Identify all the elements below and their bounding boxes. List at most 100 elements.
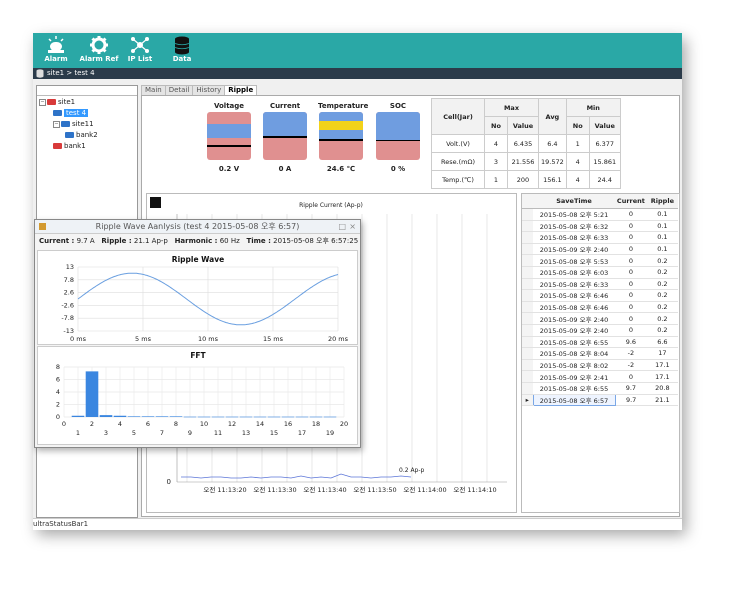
ip-list-button[interactable]: IP List (127, 35, 153, 67)
tree-node-bank2[interactable]: bank2 (65, 131, 98, 140)
table-row[interactable]: 2015-05-08 오후 8:04 -2 17 (522, 347, 678, 360)
current-cell: 0 (615, 324, 647, 337)
table-row[interactable]: 2015-05-08 오후 6:55 9.7 20.8 (522, 382, 678, 395)
table-row[interactable]: 2015-05-09 오후 2:41 0 17.1 (522, 370, 678, 383)
tab-main[interactable]: Main (141, 85, 166, 95)
collapse-icon[interactable]: − (39, 98, 46, 106)
gauge-value: 0.2 V (218, 165, 240, 173)
table-row[interactable]: 2015-05-08 오후 6:33 0 0.2 (522, 278, 678, 291)
x-tick: 4 (118, 420, 122, 428)
current-cell: 0 (615, 289, 647, 302)
close-icon[interactable]: × (349, 220, 356, 233)
table-row[interactable]: 2015-05-08 오후 5:21 0 0.1 (522, 208, 678, 221)
chart-title: Ripple Wave (172, 255, 224, 264)
table-row[interactable]: 2015-05-08 오후 5:53 0 0.2 (522, 254, 678, 267)
fft-bar (169, 416, 183, 417)
x-tick: 3 (104, 429, 108, 437)
ripple-cell: 0.1 (646, 208, 678, 221)
gauge-value: 0 % (390, 165, 406, 173)
table-row[interactable]: 2015-05-09 오후 2:40 0 0.2 (522, 312, 678, 325)
table-row[interactable]: 2015-05-08 오후 6:46 0 0.2 (522, 289, 678, 302)
current-cell: 0 (615, 254, 647, 267)
table-row[interactable]: 2015-05-09 오후 2:40 0 0.2 (522, 324, 678, 337)
ripple-cell: 20.8 (646, 382, 678, 395)
savetime-cell: 2015-05-08 오후 6:46 (533, 289, 616, 302)
savetime-header[interactable]: SaveTime (533, 194, 616, 209)
voltage-gauge: Voltage 0.2 V (206, 100, 252, 173)
min-no: 4 (565, 170, 590, 189)
data-label: Data (172, 55, 192, 63)
x-tick: 8 (174, 420, 178, 428)
chip-icon[interactable] (150, 197, 161, 208)
x-tick: 10 (200, 420, 208, 428)
tab-strip: Main Detail History Ripple (141, 85, 258, 95)
dialog-titlebar: Ripple Wave Aanlysis (test 4 2015-05-08 … (35, 220, 360, 234)
y-tick: 0 (56, 413, 60, 421)
table-row[interactable]: 2015-05-08 오후 8:02 -2 17.1 (522, 359, 678, 372)
max-no: 4 (484, 134, 508, 153)
table-row[interactable]: 2015-05-08 오후 6:03 0 0.2 (522, 266, 678, 279)
gauge-bar (207, 112, 251, 160)
row-indicator (522, 382, 534, 395)
x-tick: 오전 11:14:10 (453, 485, 496, 494)
current-cell: 0 (615, 231, 647, 244)
gauge-value: 0 A (278, 165, 292, 173)
cell-minmax-table: Cell(Jar) Max Avg Min No Value No Value … (431, 98, 621, 189)
table-row[interactable]: ▸ 2015-05-08 오후 6:57 9.7 21.1 (522, 393, 678, 407)
fft-bar (71, 415, 85, 417)
breadcrumb-bar: site1 > test 4 (33, 68, 682, 79)
table-row[interactable]: 2015-05-08 오후 6:33 0 0.1 (522, 231, 678, 244)
ripple-value: 21.1 Ap-p (133, 237, 168, 245)
tree-node-test4[interactable]: test 4 (53, 109, 89, 118)
savetime-cell: 2015-05-08 오후 6:32 (533, 220, 616, 233)
savetime-cell: 2015-05-08 오후 8:04 (533, 347, 616, 360)
time-value: 2015-05-08 오후 6:57:25 (273, 237, 359, 245)
ripple-header[interactable]: Ripple (646, 194, 678, 209)
ripple-cell: 17.1 (646, 370, 678, 383)
tree-node-site11[interactable]: − site11 (53, 120, 94, 129)
x-tick: 20 (340, 420, 348, 428)
ripple-cell: 17.1 (646, 359, 678, 372)
tree-node-site1[interactable]: − site1 (39, 98, 75, 107)
avg-value: 6.4 (538, 134, 567, 153)
x-tick: 19 (326, 429, 334, 437)
max-no-header: No (484, 116, 508, 135)
tab-history[interactable]: History (192, 85, 226, 95)
alarm-button[interactable]: Alarm (41, 35, 71, 67)
row-indicator (522, 347, 534, 360)
ripple-cell: 17 (646, 347, 678, 360)
row-indicator (522, 254, 534, 267)
gauge-value: 24.6 ℃ (326, 165, 356, 173)
tab-ripple[interactable]: Ripple (224, 85, 258, 95)
maximize-icon[interactable]: □ (338, 220, 346, 233)
current-cell: -2 (615, 359, 647, 372)
data-button[interactable]: Data (169, 35, 195, 67)
tree-node-bank1[interactable]: bank1 (53, 142, 86, 151)
current-value: 9.7 A (76, 237, 95, 245)
breadcrumb: site1 > test 4 (47, 69, 95, 77)
savetime-cell: 2015-05-08 오후 5:53 (533, 254, 616, 267)
alarm-ref-button[interactable]: Alarm Ref (79, 35, 119, 67)
table-row[interactable]: 2015-05-09 오후 2:40 0 0.1 (522, 243, 678, 256)
savetime-cell: 2015-05-08 오후 8:02 (533, 359, 616, 372)
status-bar: ultraStatusBar1 (33, 518, 682, 530)
y-tick: -13 (63, 327, 74, 335)
tab-detail[interactable]: Detail (164, 85, 194, 95)
ripple-wave-chart: Ripple Wave 13 7.8 2.6 -2.6 -7.8 -13 0 ms 5 ms 1… (37, 250, 358, 345)
collapse-icon[interactable]: − (53, 120, 60, 128)
resistance-row: Rese.(mΩ) 3 21.556 19.572 4 15.861 (431, 152, 621, 171)
table-row[interactable]: 2015-05-08 오후 6:46 0 0.2 (522, 301, 678, 314)
network-icon (131, 37, 149, 53)
app-icon (39, 223, 46, 230)
current-cell: 0 (615, 312, 647, 325)
x-tick: 2 (90, 420, 94, 428)
y-tick: 6 (56, 376, 60, 384)
savetime-cell: 2015-05-08 오후 5:21 (533, 208, 616, 221)
table-row[interactable]: 2015-05-08 오후 6:55 9.6 6.6 (522, 336, 678, 349)
row-indicator (522, 278, 534, 291)
table-row[interactable]: 2015-05-08 오후 6:32 0 0.1 (522, 220, 678, 233)
current-header[interactable]: Current (615, 194, 647, 209)
ripple-cell: 0.2 (646, 301, 678, 314)
fft-chart: FFT 8 6 4 2 0 0 2 4 6 8 10 12 14 16 18 20 1 3 5 7 9 11 13 15 17 1… (37, 346, 358, 445)
row-indicator-header (522, 194, 534, 209)
